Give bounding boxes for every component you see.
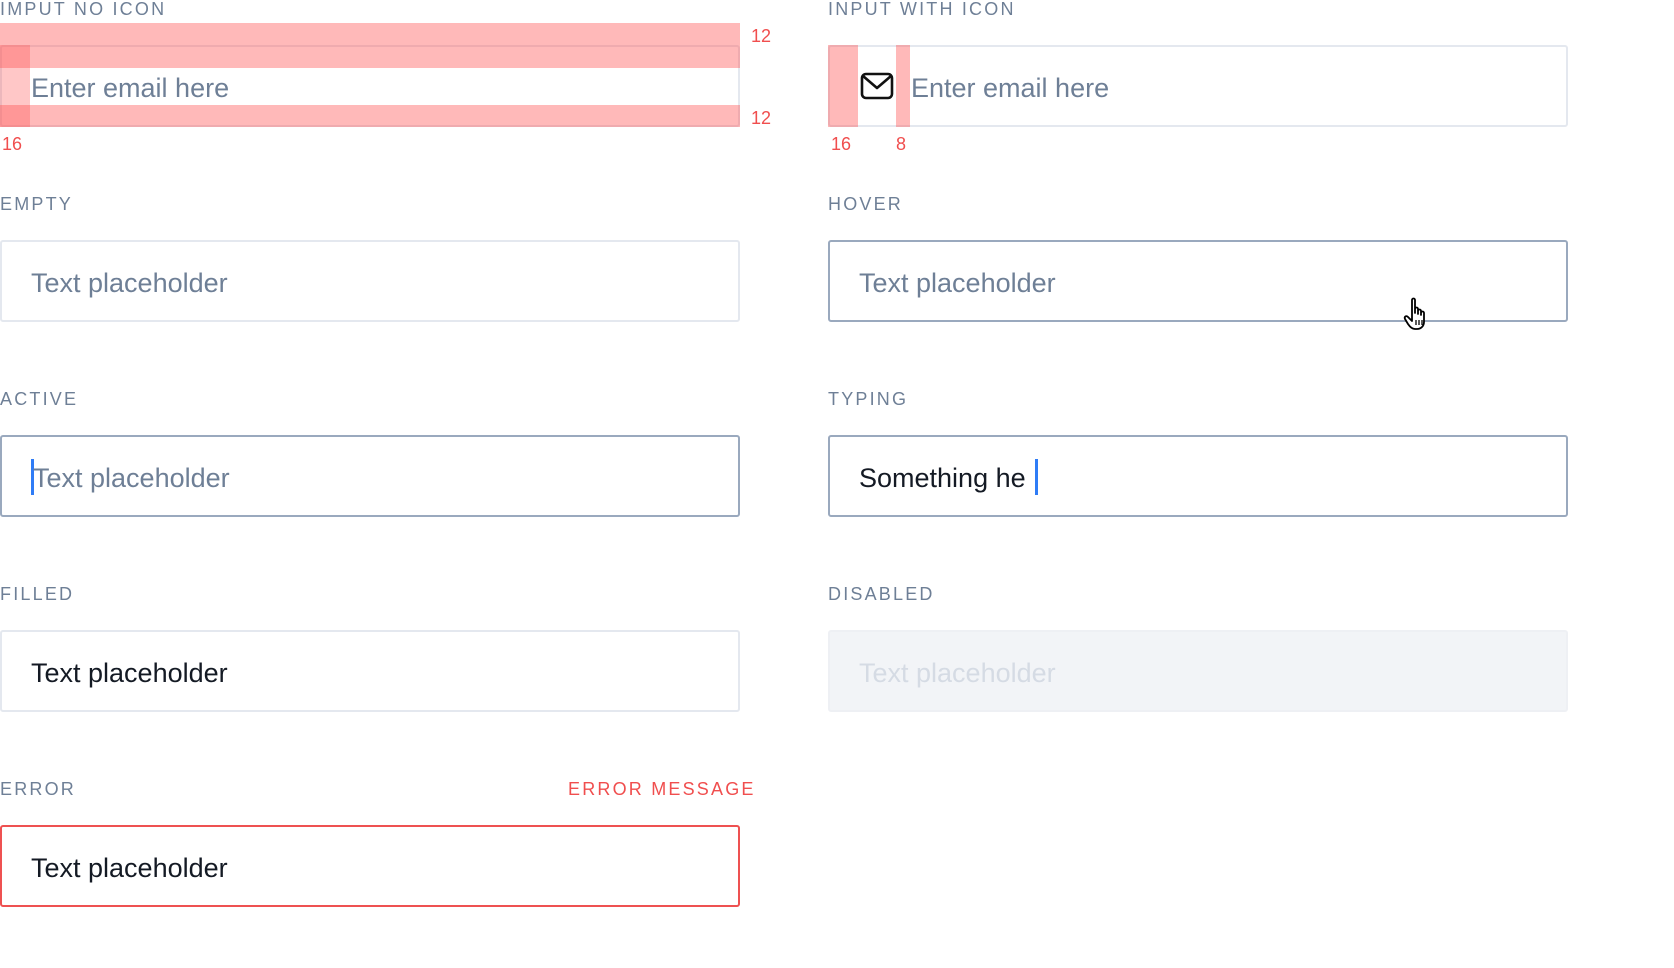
spacing-overlay-icon-left	[828, 45, 858, 127]
spacing-value-bottom: 12	[751, 108, 772, 128]
mail-icon	[860, 72, 894, 100]
input-placeholder: Text placeholder	[859, 268, 1056, 298]
error-message: ERROR MESSAGE	[568, 779, 756, 799]
state-label-disabled: DISABLED	[828, 584, 935, 604]
spacing-value-icon-gap: 8	[896, 134, 907, 154]
input-placeholder: Text placeholder	[33, 463, 230, 493]
input-value: Something he	[859, 463, 1026, 493]
spacing-overlay-bottom	[0, 105, 740, 127]
pointer-hand-cursor-icon	[1403, 297, 1425, 330]
input-value: Text placeholder	[31, 853, 228, 883]
text-input-hover[interactable]: Text placeholder	[828, 240, 1568, 322]
state-label-empty: EMPTY	[0, 194, 74, 214]
input-value: Text placeholder	[31, 658, 228, 688]
text-input-empty[interactable]: Text placeholder	[0, 240, 740, 322]
state-label-active: ACTIVE	[0, 389, 79, 409]
text-input-filled[interactable]: Text placeholder	[0, 630, 740, 712]
text-caret	[1035, 459, 1038, 495]
section-label-no-icon: IMPUT NO ICON	[0, 0, 167, 19]
state-label-typing: TYPING	[828, 389, 909, 409]
spacing-overlay-left	[0, 45, 30, 127]
section-label-with-icon: INPUT WITH ICON	[828, 0, 1016, 19]
email-input-with-icon[interactable]: Enter email here	[828, 45, 1568, 127]
spacing-value-top: 12	[751, 26, 772, 46]
spacing-overlay-top	[0, 23, 740, 68]
input-placeholder: Text placeholder	[31, 268, 228, 298]
state-label-hover: HOVER	[828, 194, 904, 214]
text-input-disabled: Text placeholder	[828, 630, 1568, 712]
text-input-active[interactable]: Text placeholder	[0, 435, 740, 517]
text-input-error[interactable]: Text placeholder	[0, 825, 740, 907]
input-placeholder: Text placeholder	[859, 658, 1056, 688]
spacing-value-left: 16	[2, 134, 23, 154]
email-placeholder: Enter email here	[31, 73, 230, 103]
state-label-error: ERROR	[0, 779, 77, 799]
state-label-filled: FILLED	[0, 584, 75, 604]
spacing-value-icon-left: 16	[831, 134, 852, 154]
spacing-overlay-icon-gap	[896, 45, 910, 127]
text-input-typing[interactable]: Something he	[828, 435, 1568, 517]
email-placeholder: Enter email here	[911, 73, 1110, 103]
